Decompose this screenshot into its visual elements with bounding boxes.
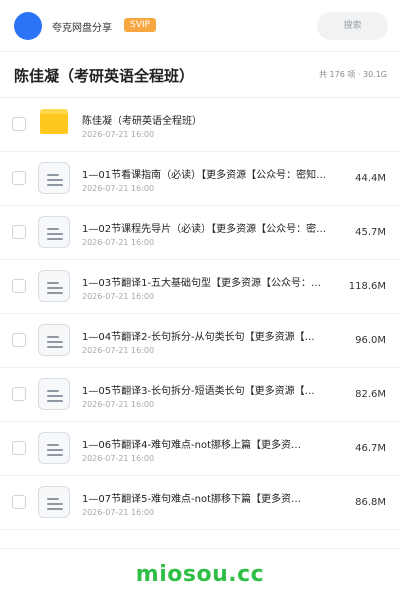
list-item[interactable]: 1—05节翻译3-长句拆分-短语类长句【更多资源【… 2026-07-21 16… (0, 368, 400, 422)
title-row: 陈佳凝（考研英语全程班） 共 176 项 · 30.1G (0, 52, 400, 98)
row-checkbox[interactable] (12, 495, 26, 509)
file-name[interactable]: 1—05节翻译3-长句拆分-短语类长句【更多资源【… (82, 382, 354, 397)
document-icon (38, 432, 70, 464)
watermark: miosou.cc (135, 562, 265, 587)
folder-date: 2026-07-21 16:00 (82, 130, 155, 139)
file-date: 2026-07-21 16:00 (82, 400, 155, 409)
list-item[interactable]: 1—03节翻译1-五大基础句型【更多资源【公众号：… 2026-07-21 16… (0, 260, 400, 314)
page-title: 陈佳凝（考研英语全程班） (14, 67, 195, 85)
list-item[interactable]: 1—04节翻译2-长句拆分-从句类长句【更多资源【… 2026-07-21 16… (0, 314, 400, 368)
file-name[interactable]: 1—02节课程先导片（必读）【更多资源【公众号：密… (82, 220, 354, 235)
document-icon (38, 486, 70, 518)
file-name[interactable]: 1—01节看课指南（必读）【更多资源【公众号：密知… (82, 166, 354, 181)
list-item[interactable]: 1—01节看课指南（必读）【更多资源【公众号：密知… 2026-07-21 16… (0, 152, 400, 206)
file-name[interactable]: 1—06节翻译4-难句难点-not挪移上篇【更多资… (82, 436, 354, 451)
folder-name[interactable]: 陈佳凝（考研英语全程班） (82, 112, 382, 127)
file-size: 44.4M (355, 173, 386, 184)
list-item-folder[interactable]: 陈佳凝（考研英语全程班） 2026-07-21 16:00 (0, 98, 400, 152)
document-icon (38, 162, 70, 194)
file-date: 2026-07-21 16:00 (82, 292, 155, 301)
app-header: 夸克网盘分享 SVIP 搜索 (0, 0, 400, 52)
row-checkbox[interactable] (12, 441, 26, 455)
list-item[interactable]: 1—07节翻译5-难句难点-not挪移下篇【更多资… 2026-07-21 16… (0, 476, 400, 530)
file-list: 陈佳凝（考研英语全程班） 2026-07-21 16:00 1—01节看课指南（… (0, 98, 400, 530)
file-name[interactable]: 1—03节翻译1-五大基础句型【更多资源【公众号：… (82, 274, 354, 289)
site-name: 夸克网盘分享 (52, 23, 112, 34)
folder-icon (38, 108, 70, 140)
document-icon (38, 270, 70, 302)
file-size: 118.6M (348, 281, 386, 292)
bottom-divider (0, 548, 400, 549)
svip-badge: SVIP (124, 18, 156, 32)
file-size: 45.7M (355, 227, 386, 238)
file-name[interactable]: 1—07节翻译5-难句难点-not挪移下篇【更多资… (82, 490, 354, 505)
file-date: 2026-07-21 16:00 (82, 184, 155, 193)
file-name[interactable]: 1—04节翻译2-长句拆分-从句类长句【更多资源【… (82, 328, 354, 343)
list-item[interactable]: 1—02节课程先导片（必读）【更多资源【公众号：密… 2026-07-21 16… (0, 206, 400, 260)
file-date: 2026-07-21 16:00 (82, 508, 155, 517)
row-checkbox[interactable] (12, 171, 26, 185)
search-input[interactable]: 搜索 (317, 12, 388, 40)
file-date: 2026-07-21 16:00 (82, 454, 155, 463)
file-size: 96.0M (355, 335, 386, 346)
file-date: 2026-07-21 16:00 (82, 238, 155, 247)
document-icon (38, 324, 70, 356)
row-checkbox[interactable] (12, 225, 26, 239)
document-icon (38, 216, 70, 248)
row-checkbox[interactable] (12, 387, 26, 401)
row-checkbox[interactable] (12, 333, 26, 347)
file-size: 86.8M (355, 497, 386, 508)
file-size: 46.7M (355, 443, 386, 454)
row-checkbox[interactable] (12, 117, 26, 131)
file-date: 2026-07-21 16:00 (82, 346, 155, 355)
file-size: 82.6M (355, 389, 386, 400)
avatar[interactable] (14, 12, 42, 40)
item-summary: 共 176 项 · 30.1G (319, 70, 387, 79)
list-item[interactable]: 1—06节翻译4-难句难点-not挪移上篇【更多资… 2026-07-21 16… (0, 422, 400, 476)
row-checkbox[interactable] (12, 279, 26, 293)
document-icon (38, 378, 70, 410)
